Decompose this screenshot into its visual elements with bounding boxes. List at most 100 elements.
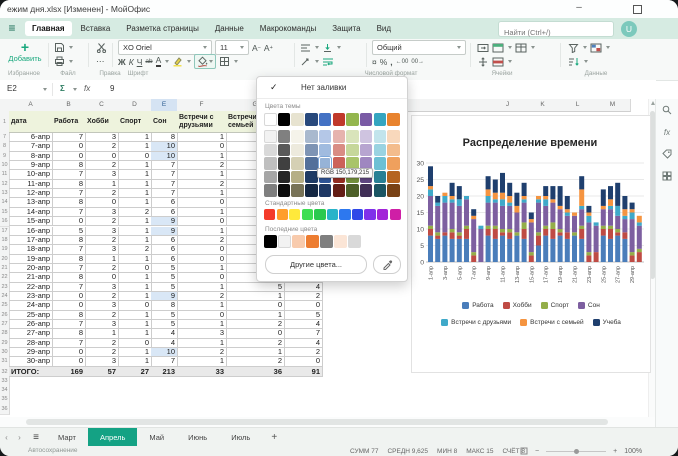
table-cell[interactable]: 2 xyxy=(284,292,323,301)
sort-dropdown[interactable] xyxy=(584,60,588,63)
table-cell[interactable]: 0 xyxy=(52,301,86,310)
table-cell[interactable]: 0 xyxy=(177,311,227,320)
table-cell[interactable]: 30-апр xyxy=(9,357,53,366)
sheet-tab-Июнь[interactable]: Июнь xyxy=(176,428,219,447)
table-cell[interactable]: 0 xyxy=(52,142,86,151)
theme-color-swatch[interactable] xyxy=(387,113,400,126)
table-cell[interactable]: 10 xyxy=(151,142,178,151)
table-cell[interactable]: 33 xyxy=(177,367,227,377)
pivot-table-dropdown[interactable] xyxy=(606,46,610,49)
shade-color-swatch[interactable] xyxy=(319,184,332,197)
table-cell[interactable]: 7 xyxy=(52,339,86,348)
table-cell[interactable]: 0 xyxy=(52,217,86,226)
menu-tab-Вставка[interactable]: Вставка xyxy=(74,21,118,36)
table-cell[interactable]: 7 xyxy=(151,170,178,179)
shade-color-swatch[interactable] xyxy=(305,157,318,170)
table-cell[interactable]: 0 xyxy=(118,264,152,273)
table-cell[interactable]: 29-апр xyxy=(9,348,53,357)
shade-color-swatch[interactable] xyxy=(291,130,304,143)
decrease-decimal-button[interactable]: ←00 xyxy=(396,59,409,65)
theme-color-swatch[interactable] xyxy=(278,113,291,126)
autofit-button[interactable] xyxy=(477,57,489,67)
shade-color-swatch[interactable] xyxy=(360,144,373,157)
zoom-slider-thumb[interactable] xyxy=(574,449,579,454)
theme-color-swatch[interactable] xyxy=(264,113,277,126)
table-cell[interactable]: 26-апр xyxy=(9,320,53,329)
save-button[interactable] xyxy=(54,42,65,53)
tag-icon[interactable] xyxy=(656,143,678,165)
table-cell[interactable]: Встречи с друзьями xyxy=(177,111,227,133)
table-cell[interactable]: дата xyxy=(9,111,53,133)
currency-format-button[interactable]: ¤ xyxy=(372,57,377,67)
search-box[interactable] xyxy=(498,21,614,37)
table-cell[interactable]: 8-апр xyxy=(9,152,53,161)
print-dropdown[interactable] xyxy=(69,60,73,63)
shade-color-swatch[interactable] xyxy=(264,130,277,143)
table-cell[interactable]: 3 xyxy=(85,283,119,292)
shade-color-swatch[interactable] xyxy=(387,130,400,143)
table-cell[interactable]: Сон xyxy=(151,111,178,133)
table-cell[interactable]: 9-апр xyxy=(9,161,53,170)
shade-color-swatch[interactable] xyxy=(333,184,346,197)
table-cell[interactable]: 2 xyxy=(85,264,119,273)
table-cell[interactable]: 0 xyxy=(284,301,323,310)
table-cell[interactable]: 1 xyxy=(118,170,152,179)
table-cell[interactable]: 2 xyxy=(226,357,285,366)
table-cell[interactable]: ИТОГО: xyxy=(9,367,53,377)
recent-color-swatch[interactable] xyxy=(334,235,347,248)
decrease-font-button[interactable]: A− xyxy=(252,43,261,53)
shade-color-swatch[interactable] xyxy=(291,184,304,197)
table-cell[interactable]: 2 xyxy=(85,292,119,301)
table-cell[interactable]: 213 xyxy=(151,367,178,377)
table-cell[interactable]: 7 xyxy=(52,320,86,329)
table-cell[interactable]: 2 xyxy=(85,142,119,151)
table-cell[interactable]: 0 xyxy=(177,198,227,207)
shade-color-swatch[interactable] xyxy=(305,184,318,197)
maximize-button[interactable] xyxy=(630,3,644,15)
table-cell[interactable]: 1 xyxy=(118,273,152,282)
table-cell[interactable]: 5 xyxy=(151,283,178,292)
shade-color-swatch[interactable] xyxy=(264,171,277,184)
merge-cells-button[interactable] xyxy=(477,43,489,53)
table-cell[interactable]: 169 xyxy=(52,367,86,377)
user-avatar[interactable]: U xyxy=(621,21,637,37)
font-name-select[interactable]: XO Oriel xyxy=(118,40,212,55)
table-cell[interactable]: 25-апр xyxy=(9,311,53,320)
table-cell[interactable]: 0 xyxy=(177,142,227,151)
shade-color-swatch[interactable] xyxy=(346,184,359,197)
table-cell[interactable]: 11-апр xyxy=(9,180,53,189)
table-cell[interactable]: 27-апр xyxy=(9,329,53,338)
table-cell[interactable]: 0 xyxy=(52,292,86,301)
table-cell[interactable]: 28-апр xyxy=(9,339,53,348)
shade-color-swatch[interactable] xyxy=(291,144,304,157)
shade-color-swatch[interactable] xyxy=(305,144,318,157)
theme-color-swatch[interactable] xyxy=(374,113,387,126)
table-cell[interactable]: 1 xyxy=(118,198,152,207)
table-cell[interactable]: 0 xyxy=(284,357,323,366)
percent-format-button[interactable]: % xyxy=(380,57,388,67)
filter-button[interactable] xyxy=(568,43,579,53)
table-cell[interactable]: 2 xyxy=(284,348,323,357)
table-cell[interactable]: 22-апр xyxy=(9,283,53,292)
table-cell[interactable]: 1 xyxy=(226,292,285,301)
standard-color-swatch[interactable] xyxy=(390,209,401,220)
table-cell[interactable]: 9 xyxy=(151,217,178,226)
theme-color-swatch[interactable] xyxy=(346,113,359,126)
shade-color-swatch[interactable] xyxy=(374,171,387,184)
formula-input[interactable]: 9 xyxy=(110,84,114,93)
standard-color-swatch[interactable] xyxy=(364,209,375,220)
table-cell[interactable]: 8 xyxy=(52,329,86,338)
table-cell[interactable]: 3 xyxy=(85,320,119,329)
fill-color-button-active[interactable] xyxy=(194,54,216,69)
vertical-align-button[interactable] xyxy=(322,43,333,53)
shade-color-swatch[interactable] xyxy=(387,171,400,184)
sheet-tab-Май[interactable]: Май xyxy=(137,428,176,447)
table-cell[interactable]: 7 xyxy=(52,170,86,179)
menu-tab-Данные[interactable]: Данные xyxy=(208,21,251,36)
table-cell[interactable]: 2 xyxy=(85,348,119,357)
table-cell[interactable]: 1 xyxy=(177,357,227,366)
number-format-select[interactable]: Общий xyxy=(372,40,466,55)
table-cell[interactable]: 2 xyxy=(177,161,227,170)
table-cell[interactable]: 1 xyxy=(118,292,152,301)
table-cell[interactable]: 7 xyxy=(284,329,323,338)
